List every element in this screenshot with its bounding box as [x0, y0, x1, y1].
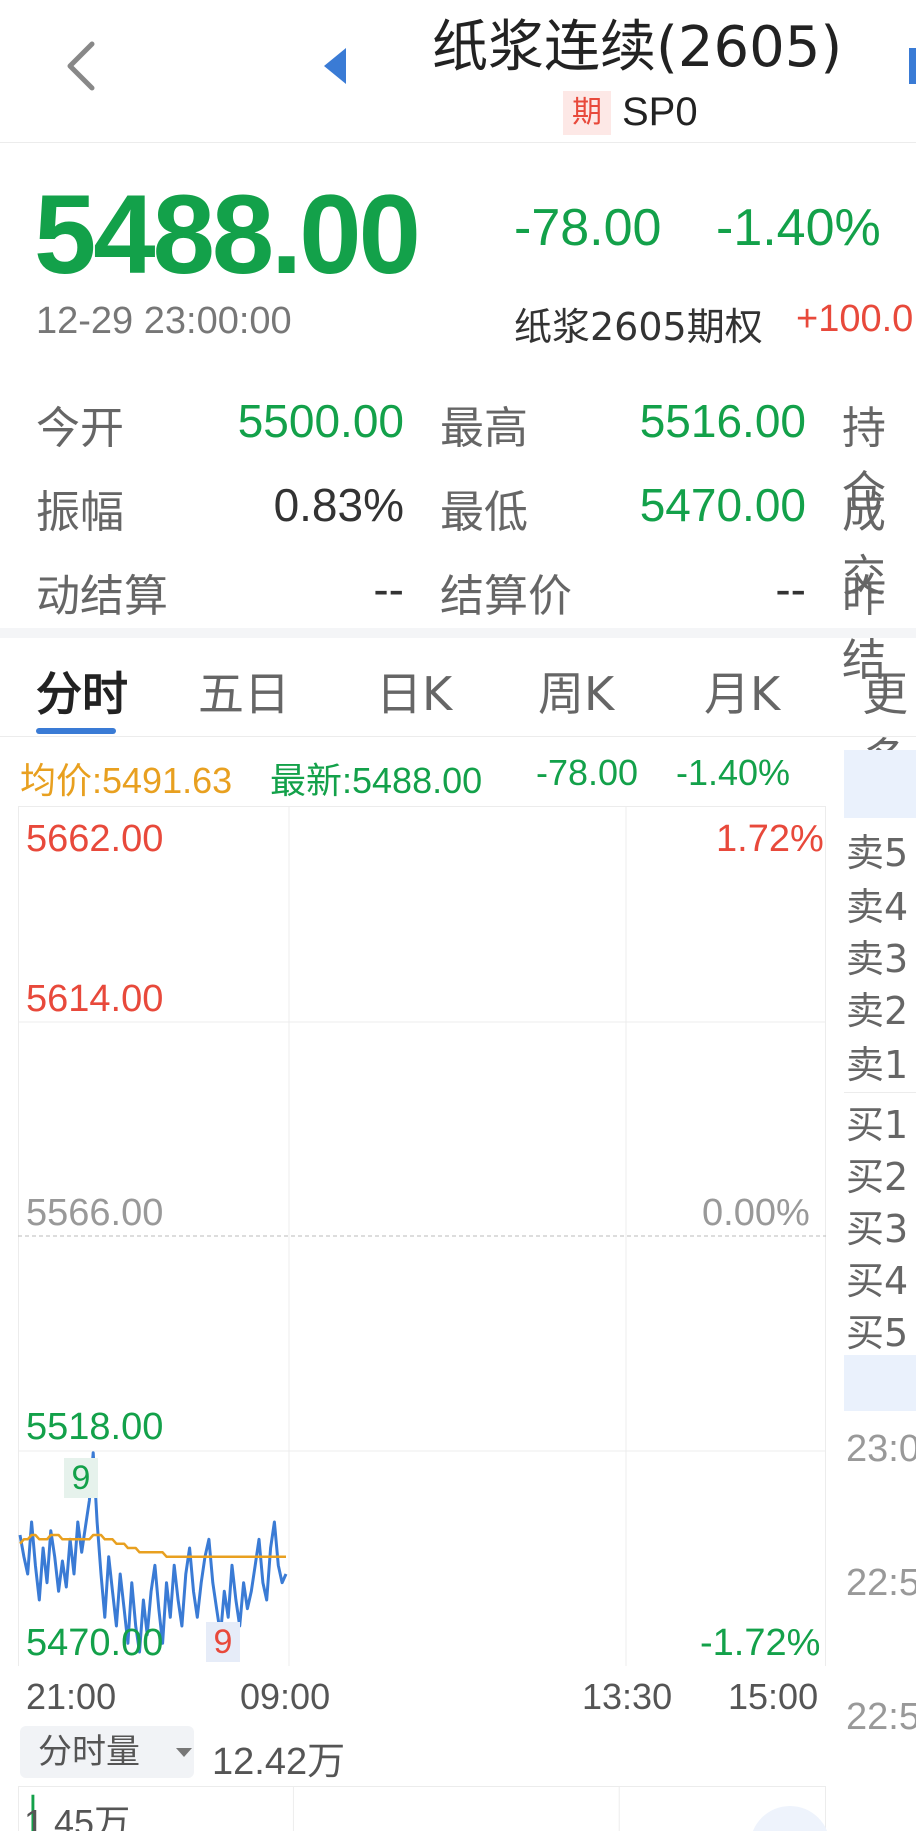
orderbook-buy-label: 买5	[846, 1311, 909, 1355]
last-price: 5488.00	[34, 172, 421, 297]
stat-high-label: 最高	[440, 403, 528, 454]
active-tab-indicator	[36, 728, 116, 734]
stat-low-label: 最低	[440, 487, 528, 538]
orderbook-ticks-header	[844, 1355, 916, 1411]
page-title: 纸浆连续(2605)	[432, 15, 843, 80]
orderbook-buy-label: 买2	[846, 1155, 909, 1199]
previous-contract-icon[interactable]	[320, 46, 350, 86]
orderbook-sell-label: 卖3	[846, 937, 909, 981]
tick-time: 23:0	[846, 1428, 916, 1470]
y-tick-label: 5566.00	[26, 1192, 164, 1234]
chevron-down-icon	[176, 1748, 192, 1757]
orderbook-divider	[844, 1092, 916, 1093]
orderbook-buy-label: 买3	[846, 1207, 909, 1251]
latest-pct-readout: -1.40%	[676, 752, 791, 793]
volume-total: 12.42万	[212, 1741, 346, 1783]
contract-code: SP0	[622, 90, 698, 134]
orderbook-sell-label: 卖4	[846, 885, 909, 929]
orderbook-sell-label: 卖5	[846, 831, 909, 875]
tab-weekly-k[interactable]: 周K	[538, 658, 614, 724]
y-tick-label: 5518.00	[26, 1406, 164, 1448]
volume-indicator-label: 分时量	[38, 1732, 140, 1772]
price-change-percent: -1.40%	[716, 199, 881, 257]
stat-open-label: 今开	[36, 403, 124, 454]
x-tick-label: 13:30	[582, 1676, 673, 1717]
x-tick-label: 09:00	[240, 1676, 331, 1717]
tab-daily-k[interactable]: 日K	[376, 658, 452, 724]
futures-badge: 期	[563, 91, 611, 135]
pct-tick-label: 0.00%	[702, 1192, 810, 1234]
high-marker: 9	[64, 1458, 98, 1498]
orderbook-sell-label: 卖2	[846, 989, 909, 1033]
volume-chart	[18, 1786, 826, 1831]
section-divider	[0, 628, 916, 638]
stat-low-value: 5470.00	[639, 479, 806, 531]
orderbook-buy-label: 买4	[846, 1259, 909, 1303]
stat-settle-value: --	[775, 563, 806, 615]
stat-dyn-settle-label: 动结算	[36, 571, 168, 622]
pct-tick-label: -1.72%	[700, 1622, 821, 1664]
low-marker: 9	[206, 1622, 240, 1662]
latest-price-readout: 最新:5488.00	[270, 760, 483, 801]
next-contract-icon[interactable]	[905, 46, 916, 86]
tabs-border	[0, 736, 916, 737]
x-tick-label: 21:00	[26, 1676, 117, 1717]
tab-monthly-k[interactable]: 月K	[704, 658, 780, 724]
back-arrow-icon[interactable]	[62, 36, 102, 96]
intraday-chart[interactable]	[18, 806, 826, 1666]
avg-price-line	[19, 1533, 286, 1558]
tick-time: 22:5	[846, 1562, 916, 1604]
stat-dyn-settle-value: --	[373, 563, 404, 615]
latest-change-readout: -78.00	[536, 752, 639, 793]
x-tick-label: 15:00	[728, 1676, 819, 1717]
stat-settle-label: 结算价	[440, 571, 572, 622]
stat-open-value: 5500.00	[237, 395, 404, 447]
tab-five-day[interactable]: 五日	[198, 658, 290, 724]
y-tick-label: 5470.00	[26, 1622, 164, 1664]
y-tick-label: 5614.00	[26, 978, 164, 1020]
tick-time: 22:5	[846, 1696, 916, 1738]
orderbook-buy-label: 买1	[846, 1103, 909, 1147]
option-link-label[interactable]: 纸浆2605期权	[514, 296, 763, 351]
orderbook-header	[844, 750, 916, 818]
volume-max-label: 1.45万	[24, 1802, 131, 1831]
quote-time: 12-29 23:00:00	[36, 300, 292, 342]
pct-tick-label: 1.72%	[716, 818, 824, 860]
stat-amplitude-value: 0.83%	[273, 479, 404, 531]
orderbook-sell-label: 卖1	[846, 1043, 909, 1087]
option-link-value[interactable]: +100.0	[796, 298, 913, 341]
stat-amplitude-label: 振幅	[36, 487, 124, 538]
stat-high-value: 5516.00	[639, 395, 806, 447]
y-tick-label: 5662.00	[26, 818, 164, 860]
tab-intraday[interactable]: 分时	[36, 658, 128, 724]
top-bar: 纸浆连续(2605) 期 SP0	[0, 0, 916, 143]
avg-price-readout: 均价:5491.63	[20, 760, 233, 801]
price-change: -78.00	[514, 199, 662, 257]
volume-indicator-selector[interactable]: 分时量	[20, 1726, 194, 1778]
